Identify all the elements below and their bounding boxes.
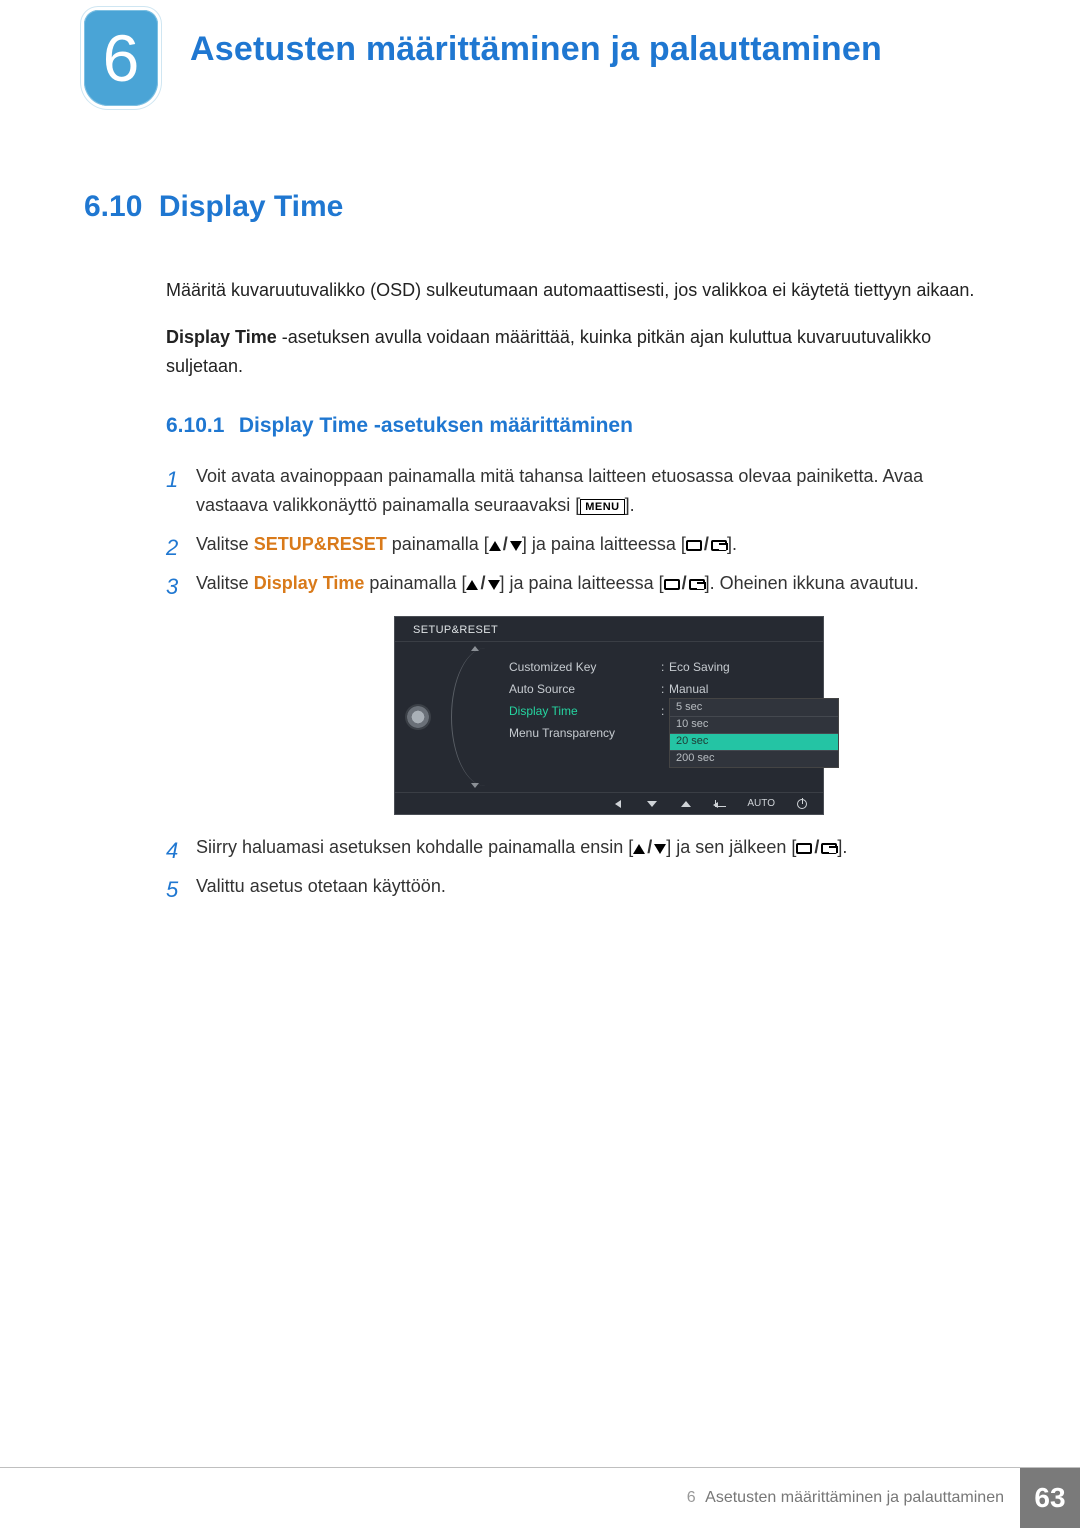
subsection-title: Display Time -asetuksen määrittäminen bbox=[239, 414, 633, 437]
step-2-text-b: painamalla [ bbox=[387, 534, 489, 554]
slash-icon: / bbox=[814, 837, 819, 857]
osd-content: Customized Key : Eco Saving Auto Source … bbox=[441, 642, 823, 792]
slash-icon: / bbox=[704, 534, 709, 554]
osd-row-label: Display Time bbox=[509, 702, 661, 721]
page-footer: 6 Asetusten määrittäminen ja palauttamin… bbox=[0, 1467, 1080, 1527]
osd-up-icon bbox=[679, 798, 693, 810]
triangle-down-icon bbox=[488, 580, 500, 590]
intro-p1: Määritä kuvaruutuvalikko (OSD) sulkeutum… bbox=[166, 276, 996, 305]
osd-row-customized-key: Customized Key : Eco Saving bbox=[509, 656, 813, 678]
osd-colon: : bbox=[661, 680, 669, 699]
intro-p2: Display Time -asetuksen avulla voidaan m… bbox=[166, 323, 996, 381]
enter-rect-icon bbox=[821, 843, 837, 854]
osd-bottom-bar: AUTO bbox=[395, 792, 823, 814]
osd-option-5sec: 5 sec bbox=[670, 699, 838, 716]
osd-row-label: Menu Transparency bbox=[509, 724, 661, 743]
osd-row-label: Customized Key bbox=[509, 658, 661, 677]
step-4-text-a: Siirry haluamasi asetuksen kohdalle pain… bbox=[196, 837, 633, 857]
step-3-text-c: ] ja paina laitteessa [ bbox=[500, 573, 664, 593]
subsection-number: 6.10.1 bbox=[166, 414, 224, 437]
chapter-number-badge: 6 bbox=[84, 10, 158, 106]
osd-title: SETUP&RESET bbox=[395, 617, 823, 643]
enter-rect-icon bbox=[689, 579, 705, 590]
slash-icon: / bbox=[682, 573, 687, 593]
step-3-text-a: Valitse bbox=[196, 573, 254, 593]
gear-icon bbox=[407, 706, 429, 728]
footer-chapter-number: 6 bbox=[687, 1489, 696, 1506]
osd-body: Customized Key : Eco Saving Auto Source … bbox=[395, 642, 823, 792]
intro-text: Määritä kuvaruutuvalikko (OSD) sulkeutum… bbox=[166, 276, 996, 380]
steps-list: Voit avata avainoppaan painamalla mitä t… bbox=[166, 462, 996, 900]
triangle-up-icon bbox=[633, 844, 645, 854]
osd-screenshot: SETUP&RESET Customized Key : Eco bbox=[394, 616, 824, 816]
enter-rect-icon bbox=[711, 540, 727, 551]
step-5-text: Valittu asetus otetaan käyttöön. bbox=[196, 876, 446, 896]
intro-p2-bold: Display Time bbox=[166, 327, 277, 347]
triangle-up-icon bbox=[466, 580, 478, 590]
osd-row-label: Auto Source bbox=[509, 680, 661, 699]
triangle-down-icon bbox=[510, 541, 522, 551]
osd-back-icon bbox=[611, 798, 625, 810]
osd-options-popup: 5 sec 10 sec 20 sec 200 sec bbox=[669, 698, 839, 768]
source-rect-icon bbox=[664, 579, 680, 590]
subsection-header: 6.10.1 Display Time -asetuksen määrittäm… bbox=[166, 414, 996, 438]
osd-row-value: Eco Saving bbox=[669, 658, 730, 677]
section-container: 6.10 Display Time Määritä kuvaruutuvalik… bbox=[84, 190, 996, 911]
osd-enter-icon bbox=[713, 798, 727, 810]
page: 6 Asetusten määrittäminen ja palauttamin… bbox=[0, 0, 1080, 1527]
section-title: Display Time bbox=[159, 190, 344, 223]
step-3: Valitse Display Time painamalla [ / ] ja p… bbox=[166, 569, 996, 815]
intro-p2-rest: -asetuksen avulla voidaan määrittää, kui… bbox=[166, 327, 931, 376]
menu-button-icon: MENU bbox=[580, 499, 624, 515]
step-2-setupreset: SETUP&RESET bbox=[254, 534, 387, 554]
source-rect-icon bbox=[686, 540, 702, 551]
osd-down-icon bbox=[645, 798, 659, 810]
source-rect-icon bbox=[796, 843, 812, 854]
section-number: 6.10 bbox=[84, 190, 142, 223]
triangle-down-icon bbox=[654, 844, 666, 854]
osd-colon: : bbox=[661, 702, 669, 721]
step-1: Voit avata avainoppaan painamalla mitä t… bbox=[166, 462, 996, 520]
slash-icon: / bbox=[503, 534, 508, 554]
step-4-text-b: ] ja sen jälkeen [ bbox=[666, 837, 796, 857]
step-4: Siirry haluamasi asetuksen kohdalle pain… bbox=[166, 833, 996, 862]
chapter-title: Asetusten määrittäminen ja palauttaminen bbox=[190, 30, 882, 69]
step-1-text-b: ]. bbox=[625, 495, 635, 515]
step-3-displaytime: Display Time bbox=[254, 573, 365, 593]
triangle-up-icon bbox=[489, 541, 501, 551]
osd-auto-label: AUTO bbox=[747, 796, 775, 812]
slash-icon: / bbox=[480, 573, 485, 593]
osd-power-icon bbox=[795, 798, 809, 810]
step-4-text-c: ]. bbox=[837, 837, 847, 857]
osd-row-auto-source: Auto Source : Manual bbox=[509, 678, 813, 700]
footer-chapter-title: Asetusten määrittäminen ja palauttaminen bbox=[705, 1489, 1004, 1506]
osd-option-20sec: 20 sec bbox=[670, 733, 838, 750]
osd-option-200sec: 200 sec bbox=[670, 750, 838, 767]
osd-option-10sec: 10 sec bbox=[670, 716, 838, 733]
step-2-text-c: ] ja paina laitteessa [ bbox=[522, 534, 686, 554]
osd-row-value: Manual bbox=[669, 680, 708, 699]
step-5: Valittu asetus otetaan käyttöön. bbox=[166, 872, 996, 901]
page-number-badge: 63 bbox=[1020, 1468, 1080, 1528]
slash-icon: / bbox=[647, 837, 652, 857]
footer-chapter-text: 6 Asetusten määrittäminen ja palauttamin… bbox=[687, 1489, 1020, 1507]
step-3-text-b: painamalla [ bbox=[364, 573, 466, 593]
osd-colon: : bbox=[661, 658, 669, 677]
step-2-text-d: ]. bbox=[727, 534, 737, 554]
step-2: Valitse SETUP&RESET painamalla [ / ] ja pa… bbox=[166, 530, 996, 559]
step-2-text-a: Valitse bbox=[196, 534, 254, 554]
osd-left-pane bbox=[395, 642, 441, 792]
step-1-text-a: Voit avata avainoppaan painamalla mitä t… bbox=[196, 466, 923, 515]
step-3-text-d: ]. Oheinen ikkuna avautuu. bbox=[705, 573, 919, 593]
